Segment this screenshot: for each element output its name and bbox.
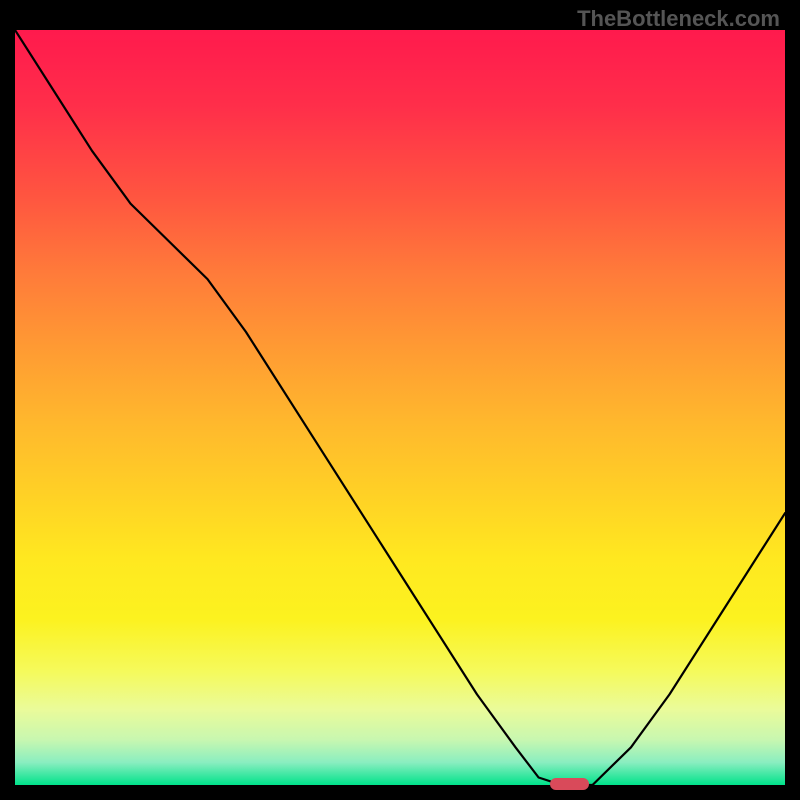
optimal-marker (550, 778, 589, 790)
bottleneck-curve-path (15, 30, 785, 785)
watermark-text: TheBottleneck.com (577, 6, 780, 32)
plot-area (15, 30, 785, 785)
bottleneck-curve-svg (15, 30, 785, 785)
